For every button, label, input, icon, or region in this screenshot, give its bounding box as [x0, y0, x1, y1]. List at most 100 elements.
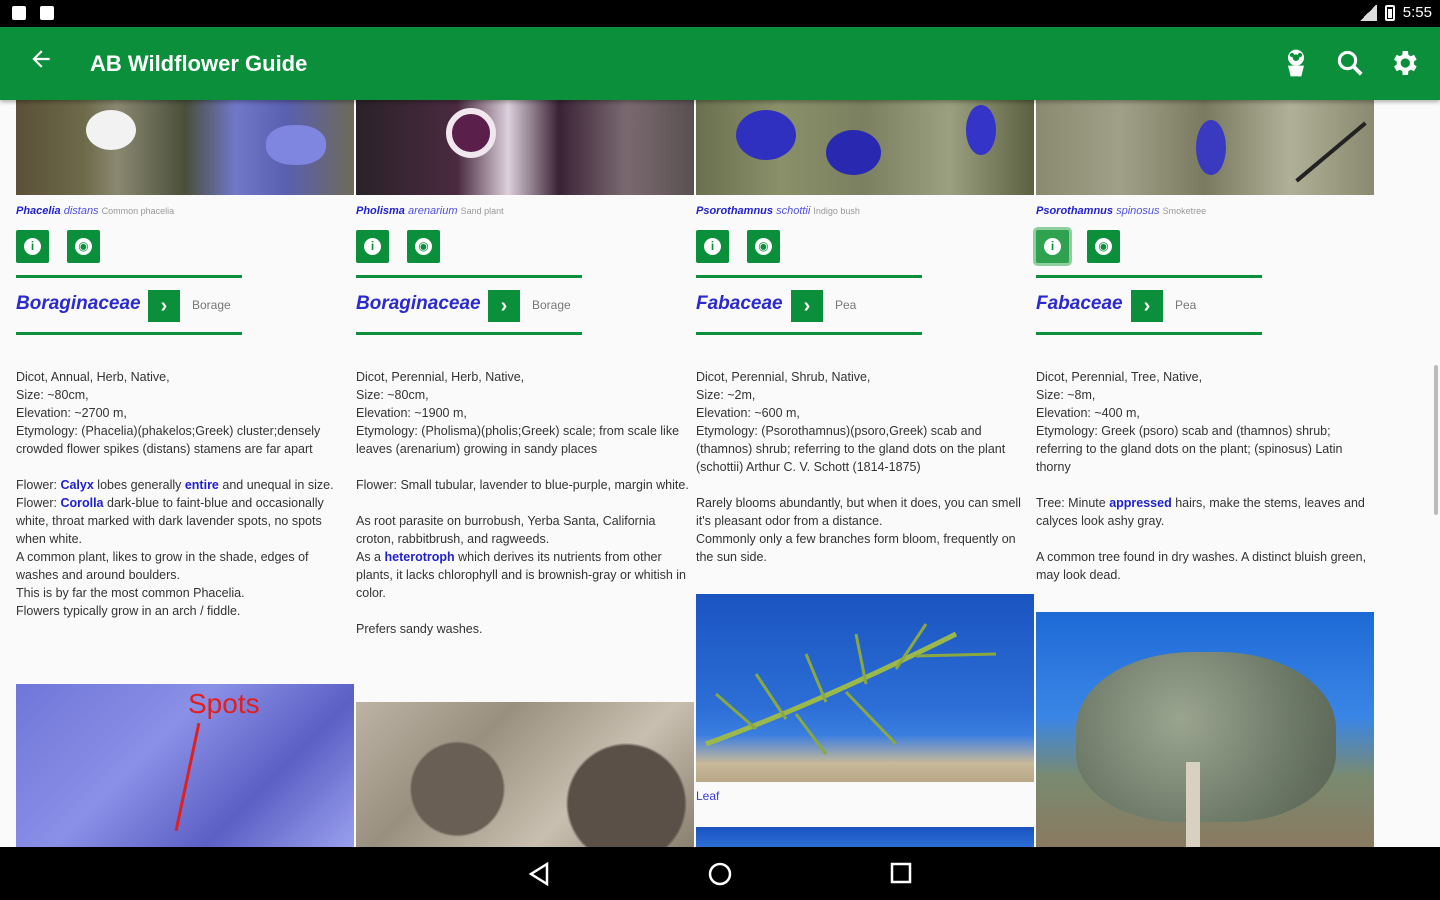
- status-right: 5:55: [1358, 4, 1432, 21]
- eye-icon: ◉: [755, 238, 772, 255]
- tree-photo[interactable]: [1036, 612, 1374, 847]
- flower-photo[interactable]: [16, 100, 354, 195]
- family-row: Fabaceae › Pea: [1036, 275, 1262, 335]
- locate-button[interactable]: [1276, 43, 1316, 83]
- system-nav-bar: [0, 847, 1440, 900]
- glossary-link[interactable]: entire: [185, 478, 219, 492]
- photo-caption: Leaf: [696, 789, 720, 803]
- species-card-phacelia: Phacelia distans Common phacelia i ◉ Bor…: [16, 100, 354, 847]
- view-button[interactable]: ◉: [67, 230, 100, 263]
- family-name: Boraginaceae: [16, 293, 141, 314]
- family-open-button[interactable]: ›: [1131, 290, 1163, 322]
- app-bar-actions: [1276, 43, 1424, 83]
- species-card-smoketree: Psorothamnus spinosus Smoketree i ◉ Faba…: [1036, 100, 1374, 847]
- circle-home-icon: [708, 862, 732, 886]
- glossary-link[interactable]: Corolla: [60, 496, 103, 510]
- description-traits: Dicot, Perennial, Tree, Native, Size: ~8…: [1036, 370, 1343, 474]
- flower-photo[interactable]: [1036, 100, 1374, 195]
- flower-photo[interactable]: [696, 100, 1034, 195]
- family-row: Boraginaceae › Borage: [16, 275, 242, 335]
- scientific-name: Pholisma arenarium Sand plant: [356, 205, 504, 217]
- eye-icon: ◉: [75, 238, 92, 255]
- info-icon: i: [24, 238, 41, 255]
- scientific-name: Phacelia distans Common phacelia: [16, 205, 175, 217]
- description-habitat: Prefers sandy washes.: [356, 622, 483, 636]
- app-bar: AB Wildflower Guide: [0, 27, 1440, 100]
- search-icon: [1337, 50, 1363, 76]
- chevron-right-icon: ›: [1143, 295, 1151, 317]
- settings-button[interactable]: [1384, 43, 1424, 83]
- gear-icon: [1394, 51, 1417, 75]
- back-button[interactable]: [22, 45, 60, 83]
- family-name: Fabaceae: [696, 293, 783, 314]
- info-icon: i: [1044, 238, 1061, 255]
- status-bar: 5:55: [0, 0, 1440, 27]
- species-list[interactable]: Phacelia distans Common phacelia i ◉ Bor…: [0, 100, 1440, 847]
- chevron-right-icon: ›: [500, 295, 508, 317]
- flower-photo[interactable]: [356, 100, 694, 195]
- next-photo[interactable]: [696, 827, 1034, 847]
- family-common-name: Borage: [192, 298, 231, 312]
- view-button[interactable]: ◉: [747, 230, 780, 263]
- family-name: Fabaceae: [1036, 293, 1123, 314]
- app-title: AB Wildflower Guide: [90, 51, 308, 76]
- family-open-button[interactable]: ›: [488, 290, 520, 322]
- chevron-right-icon: ›: [803, 295, 811, 317]
- view-button[interactable]: ◉: [1087, 230, 1120, 263]
- info-icon: i: [364, 238, 381, 255]
- info-button[interactable]: i: [1036, 230, 1069, 263]
- eye-icon: ◉: [415, 238, 432, 255]
- square-recents-icon: [890, 862, 912, 884]
- glossary-link[interactable]: appressed: [1109, 496, 1172, 510]
- flower-detail-photo[interactable]: Spots: [16, 684, 354, 847]
- description-habitat: A common tree found in dry washes. A dis…: [1036, 550, 1367, 582]
- notification-icon: [12, 6, 26, 20]
- triangle-back-icon: [528, 861, 549, 887]
- species-card-pholisma: Pholisma arenarium Sand plant i ◉ Boragi…: [356, 100, 694, 847]
- description-stems: Tree: Minute appressed hairs, make the s…: [1036, 496, 1365, 528]
- family-row: Fabaceae › Pea: [696, 275, 922, 335]
- nav-home-button[interactable]: [707, 861, 733, 887]
- status-time: 5:55: [1402, 4, 1432, 21]
- arrow-left-icon: [32, 50, 50, 68]
- info-button[interactable]: i: [16, 230, 49, 263]
- info-icon: i: [704, 238, 721, 255]
- species-description: Dicot, Annual, Herb, Native, Size: ~80cm…: [16, 368, 354, 638]
- notification-icon: [40, 6, 54, 20]
- description-flower: Flower: Small tubular, lavender to blue-…: [356, 478, 689, 492]
- description-traits: Dicot, Annual, Herb, Native, Size: ~80cm…: [16, 370, 321, 456]
- species-description: Dicot, Perennial, Shrub, Native, Size: ~…: [696, 368, 1034, 584]
- description-habit: As root parasite on burrobush, Yerba San…: [356, 514, 687, 600]
- family-row: Boraginaceae › Borage: [356, 275, 582, 335]
- family-name: Boraginaceae: [356, 293, 481, 314]
- card-actions: i ◉: [1036, 230, 1120, 263]
- description-traits: Dicot, Perennial, Shrub, Native, Size: ~…: [696, 370, 1006, 474]
- nav-back-button[interactable]: [527, 861, 553, 887]
- info-button[interactable]: i: [696, 230, 729, 263]
- scientific-name: Psorothamnus schottii Indigo bush: [696, 205, 860, 217]
- family-open-button[interactable]: ›: [791, 290, 823, 322]
- nav-recents-button[interactable]: [889, 861, 915, 887]
- species-card-indigo-bush: Psorothamnus schottii Indigo bush i ◉ Fa…: [696, 100, 1034, 847]
- description-traits: Dicot, Perennial, Herb, Native, Size: ~8…: [356, 370, 680, 456]
- description-notes: Rarely blooms abundantly, but when it do…: [696, 496, 1021, 564]
- battery-icon: [1384, 4, 1395, 21]
- view-button[interactable]: ◉: [407, 230, 440, 263]
- species-description: Dicot, Perennial, Tree, Native, Size: ~8…: [1036, 368, 1374, 602]
- species-description: Dicot, Perennial, Herb, Native, Size: ~8…: [356, 368, 694, 656]
- card-actions: i ◉: [356, 230, 440, 263]
- card-actions: i ◉: [16, 230, 100, 263]
- scientific-name: Psorothamnus spinosus Smoketree: [1036, 205, 1207, 217]
- family-open-button[interactable]: ›: [148, 290, 180, 322]
- info-button[interactable]: i: [356, 230, 389, 263]
- plant-photo[interactable]: [356, 702, 694, 847]
- family-common-name: Pea: [1175, 298, 1197, 312]
- glossary-link[interactable]: Calyx: [60, 478, 93, 492]
- signal-icon: [1358, 4, 1377, 21]
- leaf-photo[interactable]: [696, 594, 1034, 782]
- search-button[interactable]: [1330, 43, 1370, 83]
- scrollbar[interactable]: [1434, 365, 1438, 515]
- family-common-name: Borage: [532, 298, 571, 312]
- family-common-name: Pea: [835, 298, 857, 312]
- glossary-link[interactable]: heterotroph: [385, 550, 455, 564]
